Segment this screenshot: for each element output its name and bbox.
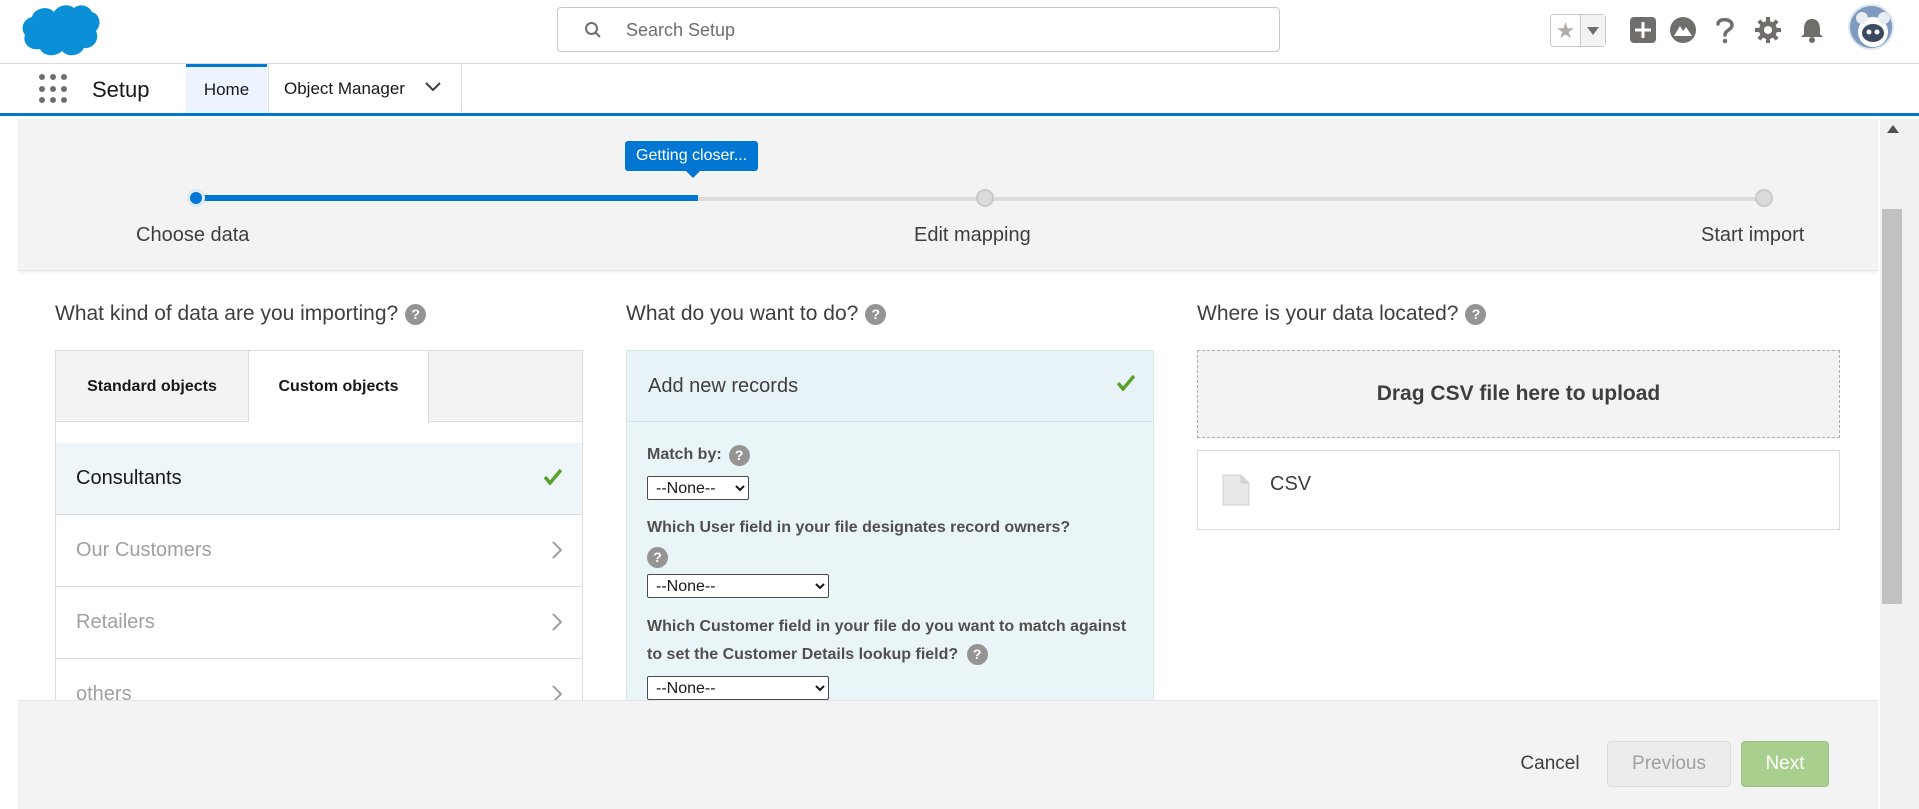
import-wizard: Getting closer... Choose data Edit mappi… [0,119,1880,809]
owner-field-select[interactable]: --None-- [647,574,829,598]
global-header: ★ [0,0,1919,64]
data-kind-title: What kind of data are you importing? ? [55,302,427,326]
app-launcher-icon[interactable] [39,74,69,104]
favorites-control[interactable]: ★ [1550,14,1606,47]
progress-tooltip: Getting closer... [625,141,759,178]
tab-object-manager-label: Object Manager [284,78,405,98]
checkmark-icon [544,469,562,485]
trailhead-button[interactable] [1667,14,1699,46]
list-item-label: Retailers [76,611,155,633]
help-icon[interactable]: ? [865,303,887,325]
app-nav-bar: Setup Home Object Manager [0,64,1919,116]
match-by-label-text: Match by: [647,446,722,463]
data-kind-title-text: What kind of data are you importing? [55,302,399,325]
astro-avatar-icon [1850,6,1892,48]
wizard-progress: Getting closer... Choose data Edit mappi… [18,119,1878,271]
next-button[interactable]: Next [1741,741,1829,787]
gear-icon [1755,17,1781,43]
help-icon[interactable]: ? [405,303,427,325]
file-icon [1222,474,1250,506]
owner-field-label-text: Which User field in your file designates… [647,519,1071,536]
location-title-text: Where is your data located? [1197,302,1459,325]
chevron-right-icon [552,613,562,631]
checkmark-icon [1117,375,1135,391]
object-tabs: Standard objects Custom objects [56,351,582,423]
action-title-text: What do you want to do? [626,302,859,325]
match-by-select[interactable]: --None-- [647,476,749,500]
progress-fill [196,195,698,201]
list-item-retailers[interactable]: Retailers [56,587,582,659]
step-marker-choose-data [187,189,205,207]
search-input[interactable] [626,14,1226,46]
option-add-new-records[interactable]: Add new records [627,351,1153,422]
help-icon[interactable]: ? [1465,303,1487,325]
customer-field-select[interactable]: --None-- [647,676,829,700]
match-by-label: Match by: ? [647,441,750,469]
search-icon [585,22,601,38]
scroll-up-arrow-icon[interactable] [1887,125,1899,133]
setup-gear-button[interactable] [1752,14,1784,46]
cancel-button[interactable]: Cancel [1500,741,1600,787]
csv-source-option[interactable]: CSV [1197,450,1840,530]
chevron-down-icon[interactable] [425,82,441,92]
app-name: Setup [92,77,150,102]
favorites-dropdown[interactable] [1581,15,1605,46]
list-item-label: Consultants [76,467,182,489]
chevron-right-icon [552,541,562,559]
add-icon [1630,17,1656,43]
help-icon[interactable]: ? [647,546,668,568]
scrollbar-thumb[interactable] [1882,209,1902,604]
avatar[interactable] [1848,4,1894,50]
action-selector: Add new records Match by: ? --None-- Whi… [626,350,1154,710]
bell-icon [1801,19,1823,43]
chevron-down-icon [1587,26,1599,35]
step-marker-edit-mapping [976,189,994,207]
csv-drop-zone[interactable]: Drag CSV file here to upload [1197,350,1840,438]
notifications-button[interactable] [1796,14,1828,46]
tab-home[interactable]: Home [186,64,267,113]
action-title: What do you want to do? ? [626,302,887,326]
cloud-logo-icon[interactable] [22,3,100,58]
wizard-footer: Cancel Previous Next [18,700,1878,809]
list-item-our-customers[interactable]: Our Customers [56,515,582,587]
previous-button[interactable]: Previous [1607,741,1731,787]
csv-label: CSV [1270,473,1312,495]
step-label-choose-data: Choose data [136,224,250,246]
customer-field-label: Which Customer field in your file do you… [647,613,1127,669]
object-selector: Standard objects Custom objects Consulta… [55,350,583,731]
tab-custom-objects[interactable]: Custom objects [249,351,429,423]
add-button[interactable] [1627,14,1659,46]
star-icon[interactable]: ★ [1551,15,1581,46]
tab-standard-objects[interactable]: Standard objects [56,351,249,422]
search-box[interactable] [557,7,1280,52]
step-marker-start-import [1755,189,1773,207]
step-label-edit-mapping: Edit mapping [914,224,1031,246]
owner-field-label: Which User field in your file designates… [647,514,1137,572]
help-icon[interactable]: ? [966,643,988,665]
help-icon[interactable]: ? [728,444,750,466]
list-item-label: Our Customers [76,539,212,561]
trailhead-icon [1670,17,1696,43]
list-item-consultants[interactable]: Consultants [56,443,582,515]
help-button[interactable] [1709,14,1741,46]
option-label: Add new records [648,374,799,397]
customer-field-label-text: Which Customer field in your file do you… [647,618,1127,663]
step-label-start-import: Start import [1701,224,1805,246]
help-icon [1716,17,1734,44]
tab-object-manager[interactable]: Object Manager [268,64,462,113]
location-title: Where is your data located? ? [1197,302,1487,326]
